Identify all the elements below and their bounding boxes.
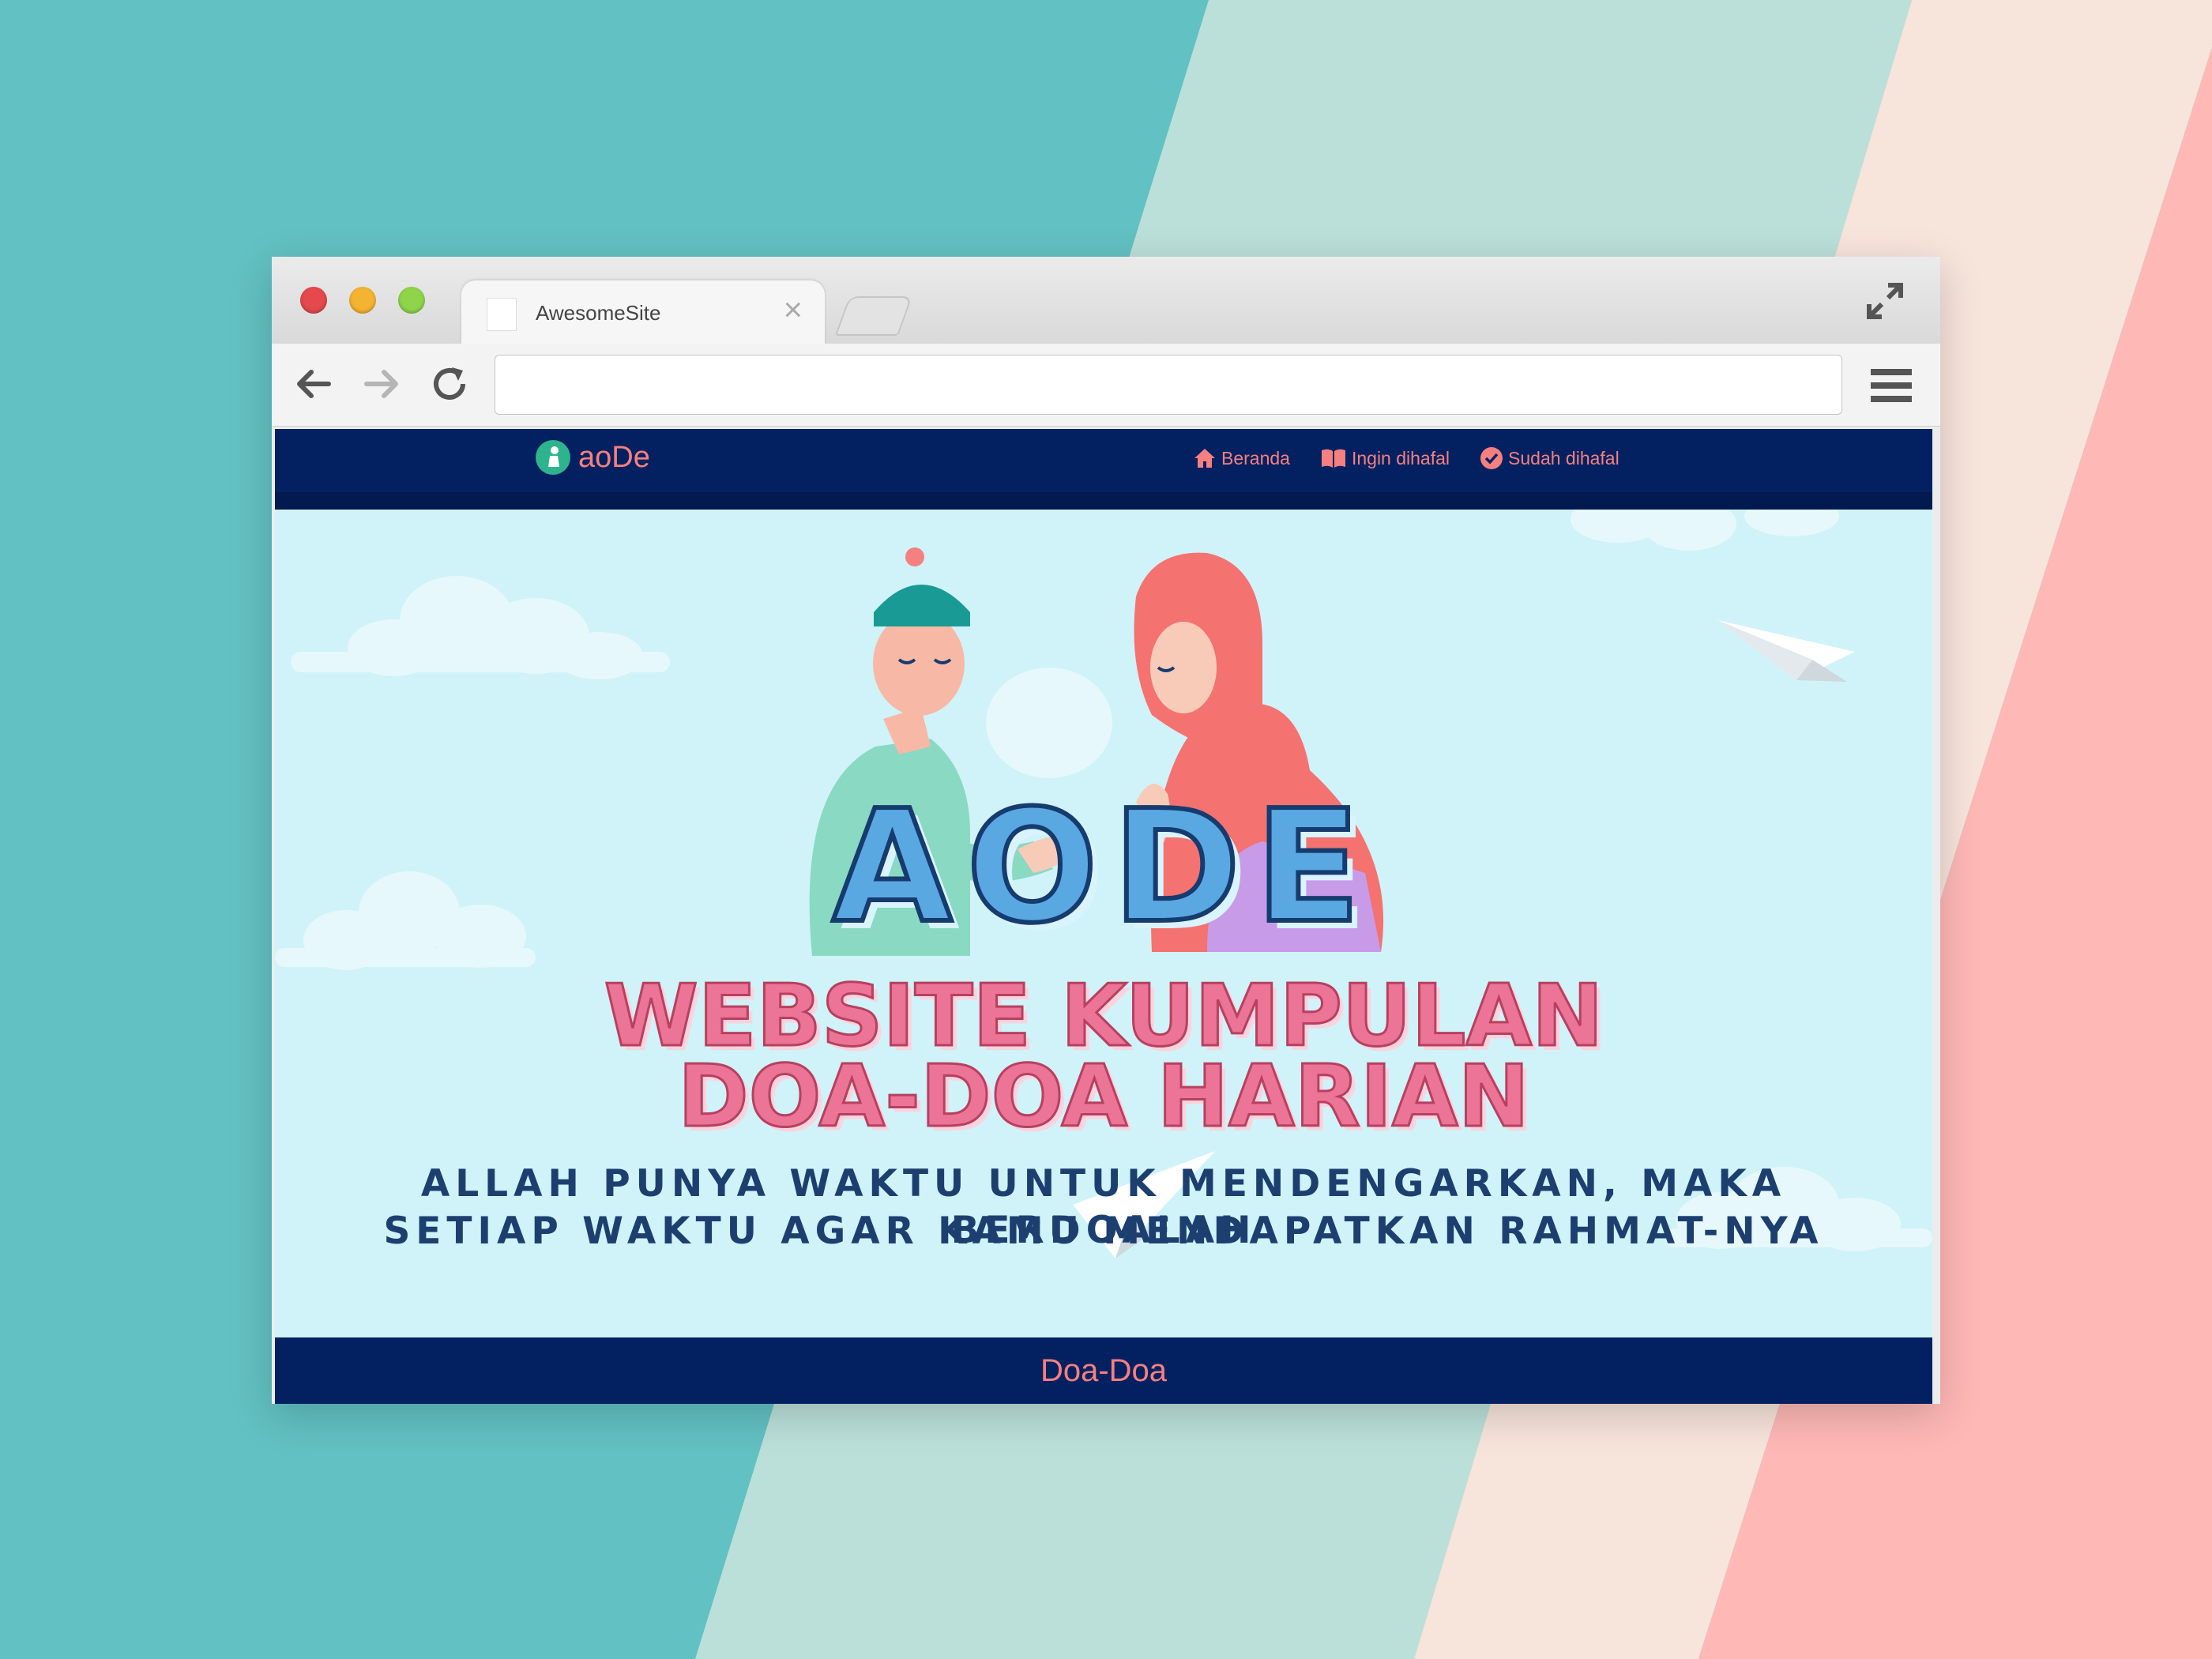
browser-titlebar: AwesomeSite × (272, 257, 1940, 344)
paper-plane-icon (1717, 620, 1855, 682)
cloud-icon (986, 668, 1112, 778)
fullscreen-icon[interactable] (1864, 280, 1905, 322)
tab-close-icon[interactable]: × (783, 293, 803, 326)
hero-subheading-line2: DOA-DOA HARIAN (677, 1048, 1531, 1146)
reload-icon[interactable] (427, 361, 472, 407)
page-icon (487, 298, 517, 331)
nav-link-label: Sudah dihafal (1508, 447, 1620, 468)
logo-text: aoDe (578, 440, 650, 474)
minimize-window-button[interactable] (349, 287, 376, 314)
hero-heading: AODE (830, 777, 1375, 957)
maximize-window-button[interactable] (398, 287, 425, 314)
website-viewport: aoDe Beranda Ingin dihafal Sudah dihafal… (275, 429, 1932, 1404)
new-tab-button[interactable] (834, 296, 913, 336)
browser-toolbar (272, 344, 1940, 427)
navbar-underline (275, 492, 1932, 510)
close-window-button[interactable] (300, 287, 327, 314)
address-bar-input[interactable] (495, 355, 1842, 415)
menu-icon[interactable] (1871, 369, 1912, 402)
back-arrow-icon[interactable] (291, 361, 337, 407)
tab-title: AwesomeSite (536, 301, 661, 325)
site-nav-links: Beranda Ingin dihafal Sudah dihafal (1193, 446, 1620, 470)
nav-link-label: Beranda (1221, 447, 1290, 468)
browser-window: AwesomeSite × aoDe Beranda Ingin dihafal… (272, 257, 1940, 1404)
footer-link-doa-doa[interactable]: Doa-Doa (1040, 1353, 1167, 1389)
nav-link-ingin-dihafal[interactable]: Ingin dihafal (1320, 446, 1450, 470)
cloud-icon (291, 576, 670, 679)
hero-subheading-line1: WEBSITE KUMPULAN (603, 967, 1604, 1066)
nav-link-beranda[interactable]: Beranda (1193, 446, 1290, 470)
site-logo[interactable]: aoDe (536, 440, 650, 475)
praying-person-icon (536, 440, 570, 475)
browser-tab[interactable]: AwesomeSite × (461, 280, 825, 344)
hero-section: AODE WEBSITE KUMPULAN DOA-DOA HARIAN ALL… (275, 510, 1932, 1337)
site-navbar: aoDe Beranda Ingin dihafal Sudah dihafal (275, 429, 1932, 492)
check-circle-icon (1480, 447, 1503, 469)
nav-link-sudah-dihafal[interactable]: Sudah dihafal (1480, 446, 1620, 470)
book-icon (1321, 449, 1345, 468)
cloud-icon (1571, 510, 1839, 551)
forward-arrow-icon[interactable] (359, 361, 404, 407)
home-icon (1194, 449, 1215, 468)
nav-link-label: Ingin dihafal (1351, 447, 1450, 468)
hero-tagline-line2: SETIAP WAKTU AGAR KAMU MENDAPATKAN RAHMA… (383, 1209, 1824, 1253)
site-footer: Doa-Doa (275, 1337, 1932, 1404)
